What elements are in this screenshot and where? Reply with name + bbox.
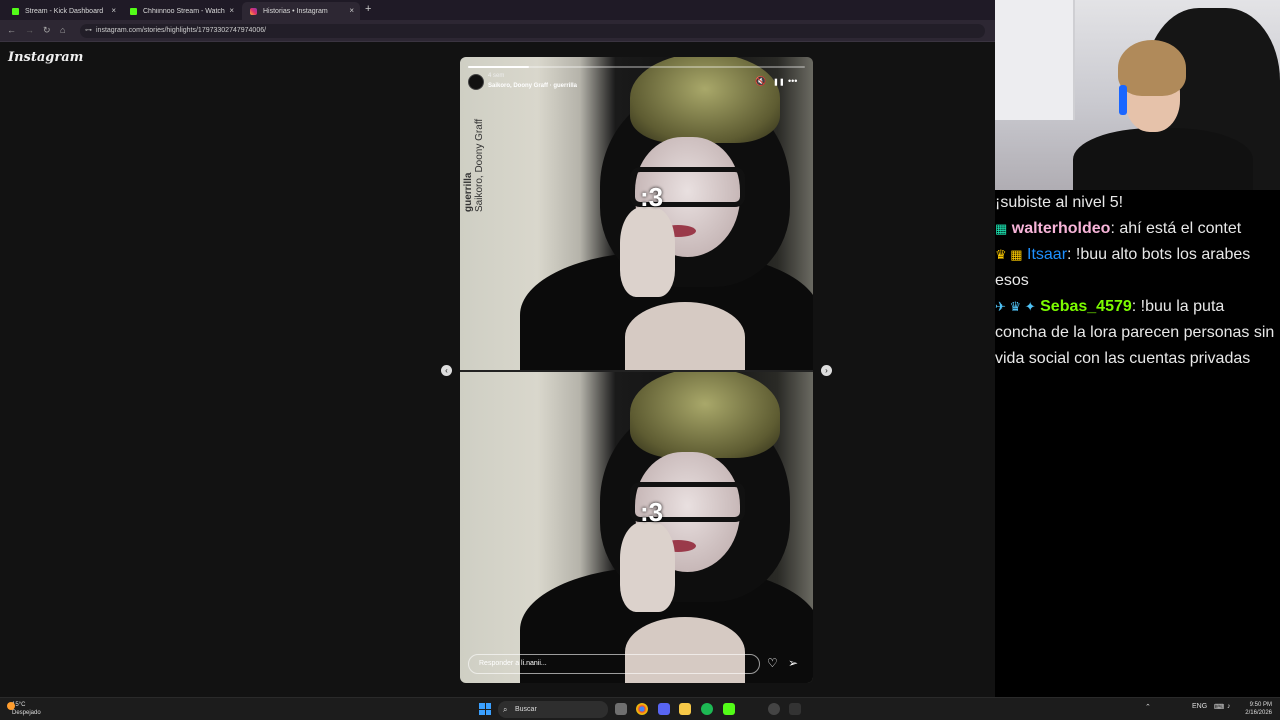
url-field[interactable]: ⊶ instagram.com/stories/highlights/17973… xyxy=(80,24,985,38)
search-icon: ⌕ xyxy=(503,705,508,714)
tab-bar: Stream - Kick Dashboard × Chhiinnoo Stre… xyxy=(0,0,995,20)
tab-label: Historias • Instagram xyxy=(263,7,328,15)
stream-chat: ¡subiste al nivel 5! ▦ walterholdeo: ahí… xyxy=(995,190,1280,697)
instagram-page: Instagram ‹ › :3 guerrilla Saikoro, Doon… xyxy=(0,43,995,697)
story-audio[interactable]: Saikoro, Doony Graff · guerrilla xyxy=(488,83,577,89)
file-explorer-icon[interactable] xyxy=(679,703,691,715)
browser-window: Stream - Kick Dashboard × Chhiinnoo Stre… xyxy=(0,0,995,697)
chat-username[interactable]: walterholdeo xyxy=(1012,220,1111,237)
spotify-icon[interactable] xyxy=(701,703,713,715)
close-tab-icon[interactable]: × xyxy=(229,6,234,15)
discord-icon[interactable] xyxy=(658,703,670,715)
story-progress-bar xyxy=(468,66,805,68)
weather-icon xyxy=(7,702,15,710)
forward-icon[interactable]: → xyxy=(25,25,34,35)
chat-text: : ahí está el contet xyxy=(1110,220,1242,237)
weather-temp: 15°C xyxy=(12,702,26,708)
more-options-icon[interactable]: ••• xyxy=(788,76,797,86)
kick-icon[interactable] xyxy=(723,703,735,715)
instagram-icon xyxy=(250,7,257,15)
weather-desc: Despejado xyxy=(12,710,41,716)
site-info-icon[interactable]: ⊶ xyxy=(85,24,92,38)
reply-input[interactable]: Responder a li.nanii... xyxy=(468,654,760,674)
taskbar: 15°C Despejado ⌕ Buscar ⌃ ENG ⌨ ♪ 9:50 P… xyxy=(0,697,1280,720)
language-indicator[interactable]: ENG xyxy=(1192,703,1207,710)
weather-widget[interactable]: 15°C Despejado xyxy=(7,701,41,717)
terminal-icon[interactable] xyxy=(789,703,801,715)
task-view-icon[interactable] xyxy=(615,703,627,715)
webcam-overlay xyxy=(995,0,1280,190)
chat-text: : !buu la puta concha de la lora parecen… xyxy=(995,298,1275,367)
home-icon[interactable]: ⌂ xyxy=(60,25,65,35)
tab-kick-watch-live[interactable]: Chhiinnoo Stream - Watch Live × xyxy=(122,2,240,20)
kick-icon xyxy=(130,7,137,15)
like-icon[interactable]: ♡ xyxy=(767,656,778,670)
obs-icon[interactable] xyxy=(768,703,780,715)
address-bar: ← → ↻ ⌂ ⊶ instagram.com/stories/highligh… xyxy=(0,20,995,42)
clock-date: 2/16/2026 xyxy=(1245,710,1272,716)
tab-label: Stream - Kick Dashboard xyxy=(25,7,104,15)
start-button[interactable] xyxy=(479,703,491,715)
taskbar-search[interactable]: ⌕ Buscar xyxy=(498,701,608,718)
clock-time: 9:50 PM xyxy=(1249,702,1272,708)
mute-icon[interactable]: 🔇 xyxy=(755,76,766,87)
back-icon[interactable]: ← xyxy=(7,25,16,35)
tab-label: Chhiinnoo Stream - Watch Live xyxy=(143,7,225,15)
kick-icon xyxy=(12,7,19,15)
volume-icon[interactable]: ♪ xyxy=(1227,703,1231,710)
next-story-button[interactable]: › xyxy=(821,365,832,376)
chat-badge-icon: ✈ ♛ ✦ xyxy=(995,299,1036,314)
taskbar-clock[interactable]: 9:50 PM 2/16/2026 xyxy=(1245,701,1272,717)
instagram-logo[interactable]: Instagram xyxy=(8,50,83,65)
chat-message: ✈ ♛ ✦ Sebas_4579: !buu la puta concha de… xyxy=(995,294,1278,372)
pause-icon[interactable]: ❚❚ xyxy=(773,78,785,86)
story-viewer[interactable]: :3 guerrilla Saikoro, Doony Graff :3 4 s… xyxy=(460,57,813,683)
chat-username[interactable]: Sebas_4579 xyxy=(1040,298,1132,315)
story-photo-top: :3 guerrilla Saikoro, Doony Graff xyxy=(460,57,813,370)
music-sticker: guerrilla Saikoro, Doony Graff xyxy=(463,119,485,212)
url-text: instagram.com/stories/highlights/1797330… xyxy=(96,27,267,34)
music-title: guerrilla xyxy=(463,172,474,212)
search-placeholder: Buscar xyxy=(515,706,537,713)
sticker-text: :3 xyxy=(640,497,664,527)
chevron-up-icon[interactable]: ⌃ xyxy=(1145,703,1151,711)
close-tab-icon[interactable]: × xyxy=(111,6,116,15)
sticker-text: :3 xyxy=(640,182,664,212)
music-artist: Saikoro, Doony Graff xyxy=(474,118,485,212)
chat-badge-icon: ♛ ▦ xyxy=(995,247,1023,262)
network-icon[interactable]: ⌨ xyxy=(1214,703,1224,711)
chat-system-message: ¡subiste al nivel 5! xyxy=(995,194,1124,211)
streamer-webcam xyxy=(1073,40,1253,190)
previous-story-button[interactable]: ‹ xyxy=(441,365,452,376)
new-tab-button[interactable]: + xyxy=(365,3,371,15)
reload-icon[interactable]: ↻ xyxy=(43,25,51,36)
story-time: 4 sem xyxy=(488,73,505,79)
tab-kick-dashboard[interactable]: Stream - Kick Dashboard × xyxy=(4,2,122,20)
close-tab-icon[interactable]: × xyxy=(349,6,354,15)
tab-instagram[interactable]: Historias • Instagram × xyxy=(242,2,360,20)
share-icon[interactable]: ➢ xyxy=(788,656,798,670)
chat-message: ♛ ▦ Itsaar: !buu alto bots los arabes es… xyxy=(995,242,1278,294)
story-photo-bottom: :3 xyxy=(460,372,813,683)
chat-username[interactable]: Itsaar xyxy=(1027,246,1067,263)
chat-message: ▦ walterholdeo: ahí está el contet xyxy=(995,216,1278,242)
chrome-icon[interactable] xyxy=(636,703,648,715)
chat-badge-icon: ▦ xyxy=(995,221,1008,236)
avatar[interactable] xyxy=(468,74,484,90)
